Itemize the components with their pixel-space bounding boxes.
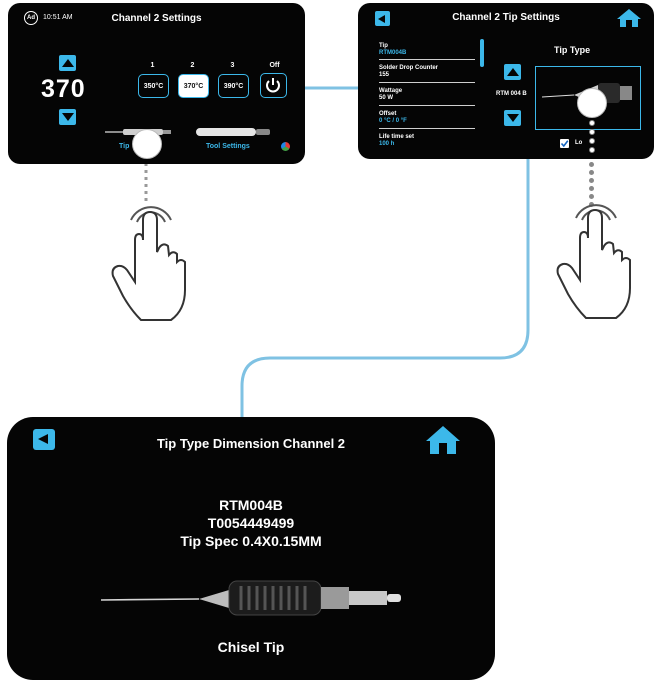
power-icon — [266, 78, 280, 93]
home-icon[interactable] — [616, 8, 642, 28]
preset-1-button[interactable]: 350°C — [138, 74, 169, 98]
preset-label-3: 3 — [230, 62, 235, 69]
scrollbar[interactable] — [480, 39, 484, 67]
hand-pointer-icon — [556, 204, 631, 319]
temp-up-button[interactable] — [59, 55, 76, 71]
page-title: Channel 2 Tip Settings — [452, 12, 560, 23]
channel-settings-screen: Ad 10:51 AM Channel 2 Settings 370 1 2 3… — [8, 3, 305, 164]
tip-down-button[interactable] — [504, 110, 521, 126]
home-icon[interactable] — [425, 425, 461, 455]
divider — [379, 128, 475, 129]
swipe-trail — [589, 120, 595, 126]
swipe-trail — [589, 129, 595, 135]
tip-shape-label: Chisel Tip — [217, 639, 285, 655]
swipe-trail — [589, 186, 594, 191]
preset-label-2: 2 — [190, 62, 195, 69]
lock-checkbox[interactable] — [560, 139, 569, 148]
tool-icon — [196, 128, 270, 136]
tip-part-number: T0054449499 — [207, 515, 295, 531]
down-arrow-icon — [61, 113, 74, 121]
preset-2-button[interactable]: 370°C — [178, 74, 209, 98]
divider — [379, 105, 475, 106]
tip-settings-screen: Channel 2 Tip Settings Tip RTM004B Solder… — [358, 3, 654, 159]
hand-pointer-icon — [111, 206, 186, 321]
tip-model: RTM004B — [219, 497, 283, 513]
tip-dimension-screen: Tip Type Dimension Channel 2 RTM004B T00… — [7, 417, 495, 680]
power-button[interactable] — [260, 73, 287, 98]
list-item[interactable]: Offset 0 °C / 0 °F — [379, 111, 479, 125]
preset-3-button[interactable]: 390°C — [218, 74, 249, 98]
list-item[interactable]: Solder Drop Counter 155 — [379, 65, 479, 79]
page-title: Tip Type Dimension Channel 2 — [156, 436, 346, 451]
checkmark-icon — [560, 140, 569, 148]
divider — [379, 59, 475, 60]
soldering-tip-icon — [100, 580, 401, 616]
touch-indicator — [132, 129, 162, 159]
tip-up-button[interactable] — [504, 64, 521, 80]
temperature-value: 370 — [41, 75, 86, 103]
swipe-trail — [589, 138, 595, 144]
swipe-trail — [589, 162, 594, 167]
up-arrow-icon — [61, 59, 74, 67]
temp-down-button[interactable] — [59, 109, 76, 125]
swipe-trail — [589, 178, 594, 183]
color-wheel-icon[interactable] — [281, 142, 290, 151]
tip-button[interactable]: Tip — [119, 143, 129, 150]
tip-spec: Tip Spec 0.4X0.15MM — [180, 533, 322, 549]
touch-indicator — [577, 88, 607, 118]
up-arrow-icon — [506, 68, 519, 76]
divider — [379, 82, 475, 83]
list-item[interactable]: Tip RTM004B — [379, 43, 479, 57]
preset-label-1: 1 — [150, 62, 155, 69]
list-item[interactable]: Wattage 50 W — [379, 88, 479, 102]
tip-type-heading: Tip Type — [554, 45, 591, 55]
page-title: Channel 2 Settings — [111, 13, 202, 24]
tool-settings-button[interactable]: Tool Settings — [206, 143, 250, 150]
lock-label: Lo — [575, 140, 583, 146]
list-item[interactable]: Life time set 100 h — [379, 134, 479, 148]
down-arrow-icon — [506, 114, 519, 122]
swipe-trail — [589, 147, 595, 153]
selected-tip-label: RTM 004 B — [496, 91, 527, 97]
swipe-trail — [589, 170, 594, 175]
off-label: Off — [269, 62, 280, 69]
